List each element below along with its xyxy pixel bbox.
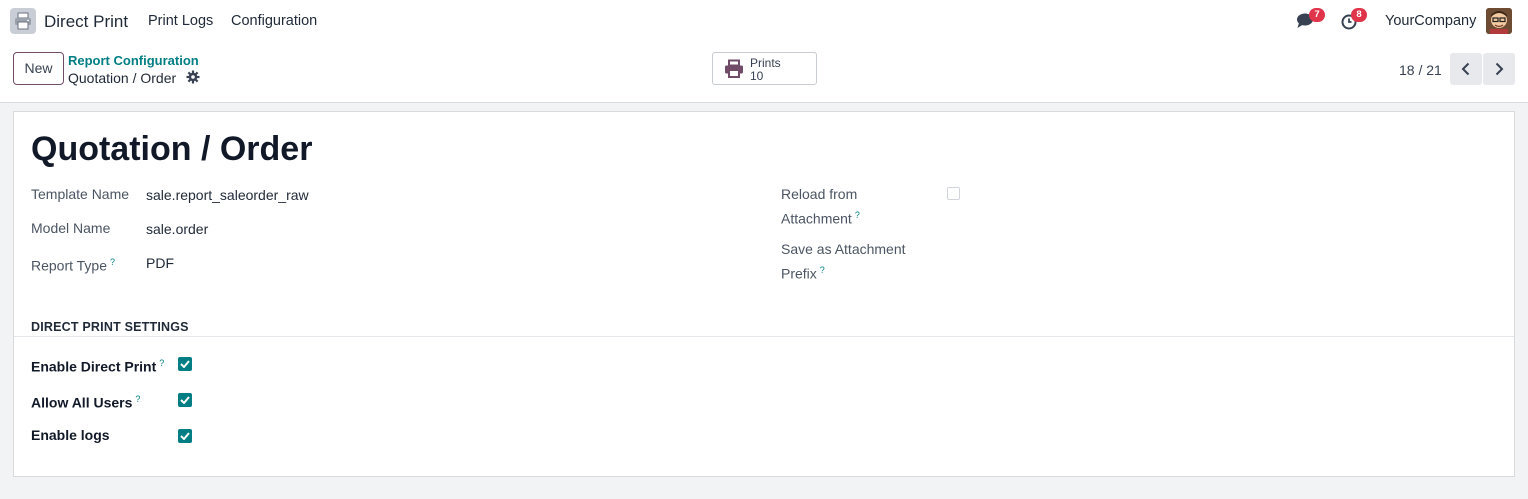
control-panel: New Report Configuration Quotation / Ord…: [0, 42, 1528, 103]
reload-from-attachment-label: Reload from Attachment?: [781, 186, 860, 227]
reload-from-attachment-checkbox[interactable]: [947, 187, 960, 200]
allow-all-users-label: Allow All Users?: [31, 394, 141, 411]
printer-icon: [725, 59, 743, 78]
user-avatar[interactable]: [1486, 8, 1512, 34]
prints-stat-button[interactable]: Prints 10: [712, 52, 817, 85]
report-type-help-icon[interactable]: ?: [110, 257, 115, 267]
enable-direct-print-label: Enable Direct Print?: [31, 358, 165, 375]
activities-count-badge: 8: [1351, 8, 1367, 22]
allow-all-users-help-icon[interactable]: ?: [135, 394, 140, 404]
menu-print-logs[interactable]: Print Logs: [148, 13, 213, 29]
enable-direct-print-help-icon[interactable]: ?: [159, 358, 164, 368]
form-sheet: Quotation / Order Template Name sale.rep…: [13, 111, 1515, 477]
model-name-field[interactable]: sale.order: [146, 221, 208, 237]
checkmark-icon: [180, 432, 190, 440]
enable-direct-print-checkbox[interactable]: [178, 357, 192, 371]
checkmark-icon: [180, 360, 190, 368]
pager-value[interactable]: 18 / 21: [1399, 62, 1442, 78]
report-type-field[interactable]: PDF: [146, 255, 174, 271]
new-button[interactable]: New: [13, 52, 64, 85]
printer-app-icon[interactable]: [10, 8, 36, 34]
checkmark-icon: [180, 396, 190, 404]
enable-logs-checkbox[interactable]: [178, 429, 192, 443]
app-name[interactable]: Direct Print: [44, 12, 128, 32]
record-title[interactable]: Quotation / Order: [31, 130, 312, 169]
chevron-left-icon: [1461, 62, 1470, 76]
company-switcher[interactable]: YourCompany: [1385, 13, 1476, 29]
chevron-right-icon: [1495, 62, 1504, 76]
enable-logs-label: Enable logs: [31, 427, 110, 443]
allow-all-users-checkbox[interactable]: [178, 393, 192, 407]
top-navbar: Direct Print Print Logs Configuration 7 …: [0, 0, 1528, 42]
prints-stat-value: 10: [750, 69, 764, 83]
reload-help-icon[interactable]: ?: [855, 210, 860, 220]
messages-count-badge: 7: [1309, 8, 1325, 22]
breadcrumb-report-configuration[interactable]: Report Configuration: [68, 53, 199, 68]
menu-configuration[interactable]: Configuration: [231, 13, 317, 29]
save-as-attachment-prefix-label: Save as Attachment Prefix?: [781, 241, 906, 282]
direct-print-settings-heading: DIRECT PRINT SETTINGS: [31, 320, 189, 334]
pager-next-button[interactable]: [1483, 53, 1515, 85]
model-name-label: Model Name: [31, 220, 111, 236]
prefix-help-icon[interactable]: ?: [820, 265, 825, 275]
pager-previous-button[interactable]: [1450, 53, 1482, 85]
gear-icon[interactable]: [186, 70, 200, 84]
breadcrumb-current: Quotation / Order: [68, 70, 177, 86]
report-type-label: Report Type?: [31, 257, 116, 274]
template-name-field[interactable]: sale.report_saleorder_raw: [146, 187, 309, 203]
section-divider: [14, 336, 1514, 337]
template-name-label: Template Name: [31, 186, 130, 202]
